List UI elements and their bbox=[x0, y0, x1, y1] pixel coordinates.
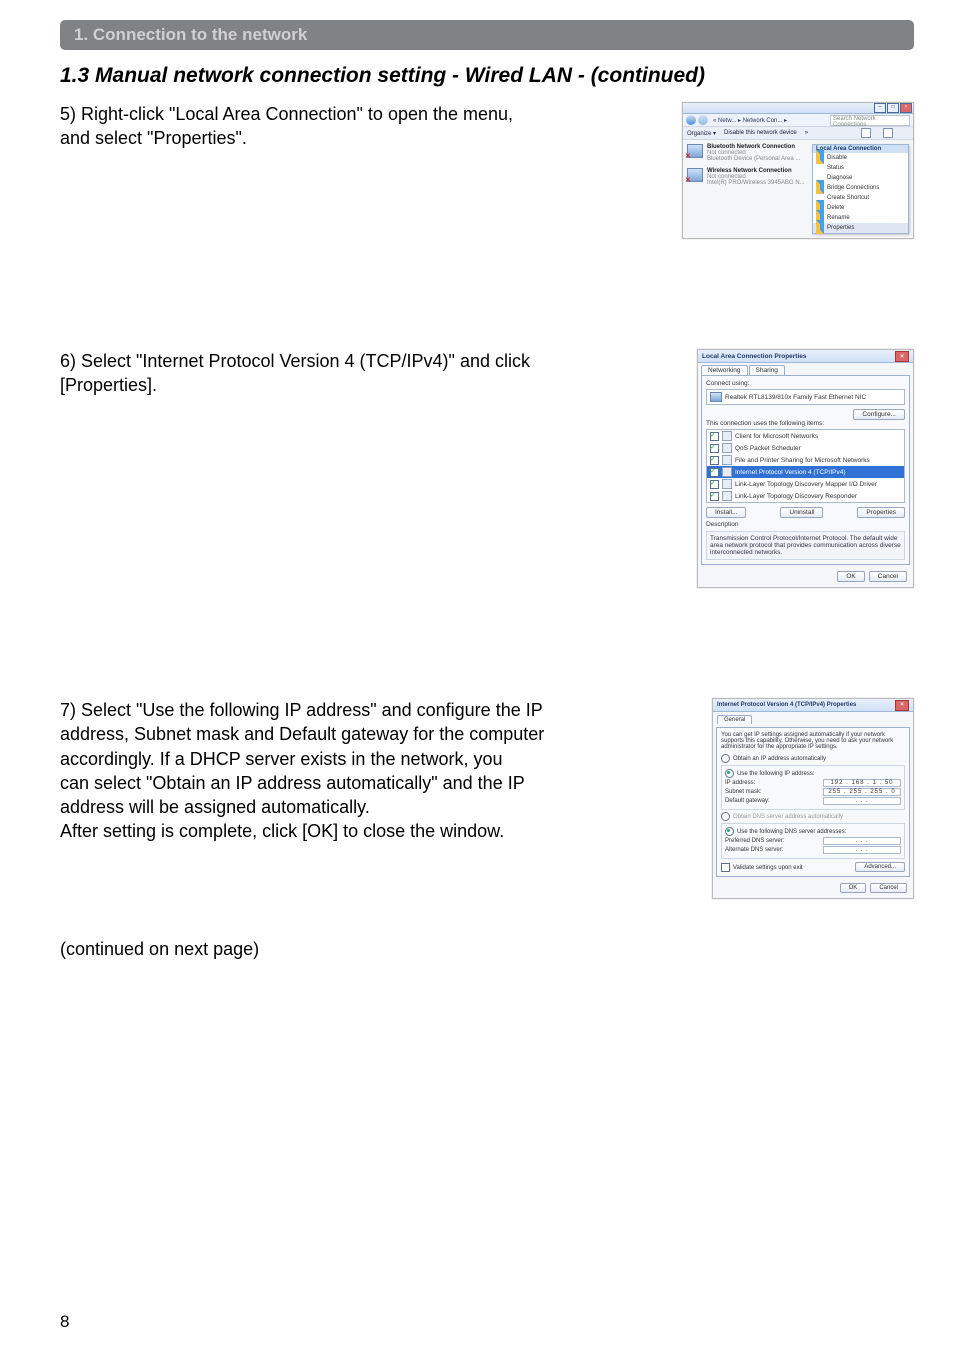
component-icon bbox=[722, 479, 732, 489]
menu-status[interactable]: Status bbox=[813, 163, 908, 173]
radio-use-ip[interactable]: Use the following IP address: bbox=[725, 769, 901, 778]
intro-text: You can get IP settings assigned automat… bbox=[721, 732, 905, 750]
ok-button[interactable]: OK bbox=[837, 571, 864, 582]
close-icon[interactable]: × bbox=[895, 351, 909, 362]
view-icon[interactable] bbox=[861, 128, 871, 138]
radio-use-dns[interactable]: Use the following DNS server addresses: bbox=[725, 827, 901, 836]
disconnected-x-icon: ✕ bbox=[685, 176, 691, 184]
adapter-icon bbox=[710, 392, 722, 402]
install-button[interactable]: Install... bbox=[706, 507, 746, 518]
checkbox-icon[interactable] bbox=[710, 432, 719, 441]
mask-input[interactable]: 255 . 255 . 255 . 0 bbox=[823, 788, 901, 796]
organize-menu[interactable]: Organize ▾ bbox=[687, 130, 716, 137]
context-menu: Local Area Connection Disable Status Dia… bbox=[812, 144, 909, 234]
radio-obtain-ip[interactable]: Obtain an IP address automatically bbox=[721, 754, 905, 763]
page-number: 8 bbox=[60, 1312, 69, 1332]
min-icon: – bbox=[874, 103, 886, 113]
list-item[interactable]: Link-Layer Topology Discovery Mapper I/O… bbox=[707, 478, 904, 490]
alt-dns-label: Alternate DNS server: bbox=[725, 847, 823, 853]
ip-input[interactable]: 192 . 168 . 1 . 50 bbox=[823, 779, 901, 787]
description-text: Transmission Control Protocol/Internet P… bbox=[706, 531, 905, 560]
step6-text: 6) Select "Internet Protocol Version 4 (… bbox=[60, 349, 530, 398]
screenshot-ipv4-properties: Internet Protocol Version 4 (TCP/IPv4) P… bbox=[712, 698, 914, 899]
context-menu-header: Local Area Connection bbox=[813, 145, 908, 153]
list-item[interactable]: QoS Packet Scheduler bbox=[707, 442, 904, 454]
help-icon[interactable] bbox=[883, 128, 893, 138]
gateway-input[interactable]: . . . bbox=[823, 797, 901, 805]
advanced-button[interactable]: Advanced... bbox=[855, 862, 905, 872]
list-item[interactable]: File and Printer Sharing for Microsoft N… bbox=[707, 454, 904, 466]
description-label: Description bbox=[706, 521, 905, 528]
radio-obtain-dns: Obtain DNS server address automatically bbox=[721, 812, 905, 821]
menu-properties[interactable]: Properties bbox=[813, 223, 908, 233]
mask-label: Subnet mask: bbox=[725, 789, 823, 795]
alt-dns-input[interactable]: . . . bbox=[823, 846, 901, 854]
disable-device[interactable]: Disable this network device bbox=[724, 130, 797, 136]
component-icon bbox=[722, 455, 732, 465]
uninstall-button[interactable]: Uninstall bbox=[780, 507, 823, 518]
shield-icon bbox=[816, 180, 824, 194]
max-icon: □ bbox=[887, 103, 899, 113]
conn-device: Bluetooth Device (Personal Area ... bbox=[707, 156, 800, 162]
menu-bridge[interactable]: Bridge Connections bbox=[813, 183, 908, 193]
screenshot-network-connections: –□× « Netw... ▸ Network Con... ▸ Search … bbox=[682, 102, 914, 239]
step7-text: 7) Select "Use the following IP address"… bbox=[60, 698, 544, 844]
properties-button[interactable]: Properties bbox=[857, 507, 905, 518]
pref-dns-input[interactable]: . . . bbox=[823, 837, 901, 845]
page-heading: 1.3 Manual network connection setting - … bbox=[60, 64, 914, 88]
network-icon: ✕ bbox=[687, 168, 703, 182]
validate-checkbox[interactable] bbox=[721, 863, 730, 872]
tab-general[interactable]: General bbox=[717, 715, 752, 724]
close-icon[interactable]: × bbox=[895, 700, 909, 711]
checkbox-icon[interactable] bbox=[710, 480, 719, 489]
gateway-label: Default gateway: bbox=[725, 798, 823, 804]
dialog-title: Local Area Connection Properties bbox=[702, 353, 807, 360]
section-bar: 1. Connection to the network bbox=[60, 20, 914, 50]
ok-button[interactable]: OK bbox=[840, 883, 867, 893]
back-icon[interactable] bbox=[686, 115, 696, 125]
adapter-field: Realtek RTL8139/810x Family Fast Etherne… bbox=[706, 389, 905, 405]
checkbox-icon[interactable] bbox=[710, 444, 719, 453]
checkbox-icon[interactable] bbox=[710, 456, 719, 465]
pref-dns-label: Preferred DNS server: bbox=[725, 838, 823, 844]
menu-shortcut[interactable]: Create Shortcut bbox=[813, 193, 908, 203]
tab-networking[interactable]: Networking bbox=[701, 365, 748, 375]
configure-button[interactable]: Configure... bbox=[853, 409, 905, 420]
connect-using-label: Connect using: bbox=[706, 380, 905, 387]
disconnected-x-icon: ✕ bbox=[685, 152, 691, 160]
conn-device: Intel(R) PRO/Wireless 3945ABG N... bbox=[707, 180, 805, 186]
tab-sharing[interactable]: Sharing bbox=[749, 365, 785, 375]
list-item-selected[interactable]: Internet Protocol Version 4 (TCP/IPv4) bbox=[707, 466, 904, 478]
network-icon: ✕ bbox=[687, 144, 703, 158]
breadcrumb[interactable]: « Netw... ▸ Network Con... ▸ bbox=[713, 117, 787, 124]
menu-rename[interactable]: Rename bbox=[813, 213, 908, 223]
forward-icon[interactable] bbox=[698, 115, 708, 125]
list-item[interactable]: Client for Microsoft Networks bbox=[707, 430, 904, 442]
list-item[interactable]: Link-Layer Topology Discovery Responder bbox=[707, 490, 904, 502]
checkbox-icon[interactable] bbox=[710, 468, 719, 477]
cancel-button[interactable]: Cancel bbox=[870, 883, 907, 893]
dialog-title: Internet Protocol Version 4 (TCP/IPv4) P… bbox=[717, 702, 856, 708]
checkbox-icon[interactable] bbox=[710, 492, 719, 501]
shield-icon bbox=[816, 220, 824, 234]
connection-item[interactable]: ✕ Bluetooth Network ConnectionNot connec… bbox=[687, 144, 812, 162]
ip-label: IP address: bbox=[725, 780, 823, 786]
validate-label: Validate settings upon exit bbox=[733, 865, 803, 871]
component-icon bbox=[722, 467, 732, 477]
step5-text: 5) Right-click "Local Area Connection" t… bbox=[60, 102, 513, 151]
connection-item[interactable]: ✕ Wireless Network ConnectionNot connect… bbox=[687, 168, 812, 186]
cancel-button[interactable]: Cancel bbox=[869, 571, 907, 582]
search-input[interactable]: Search Network Connections bbox=[830, 115, 910, 126]
menu-diagnose[interactable]: Diagnose bbox=[813, 173, 908, 183]
screenshot-lac-properties: Local Area Connection Properties × Networ… bbox=[697, 349, 914, 588]
component-icon bbox=[722, 431, 732, 441]
shield-icon bbox=[816, 150, 824, 164]
component-icon bbox=[722, 443, 732, 453]
continued-note: (continued on next page) bbox=[60, 939, 914, 960]
menu-disable[interactable]: Disable bbox=[813, 153, 908, 163]
menu-delete[interactable]: Delete bbox=[813, 203, 908, 213]
items-label: This connection uses the following items… bbox=[706, 420, 905, 427]
component-icon bbox=[722, 491, 732, 501]
close-icon: × bbox=[900, 103, 912, 113]
